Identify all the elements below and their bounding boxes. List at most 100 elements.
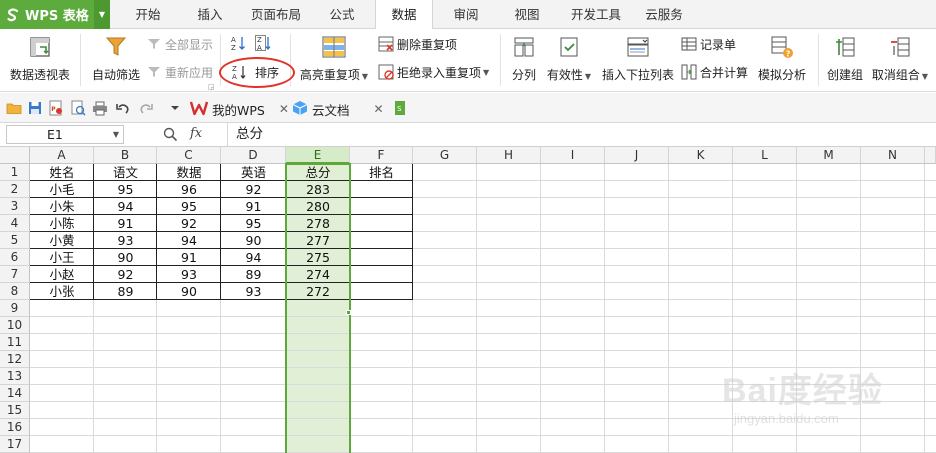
header-cell-b1[interactable]: 语文 bbox=[94, 164, 157, 181]
row-header-17[interactable]: 17 bbox=[0, 436, 30, 453]
tab-page-layout[interactable]: 页面布局 bbox=[242, 0, 310, 29]
cell-d8[interactable]: 93 bbox=[221, 283, 286, 300]
row-header-9[interactable]: 9 bbox=[0, 300, 30, 317]
cell-d6[interactable]: 94 bbox=[221, 249, 286, 266]
tab-view[interactable]: 视图 bbox=[503, 0, 551, 29]
sort-ascending-button[interactable]: AZ bbox=[230, 33, 249, 53]
row-header-8[interactable]: 8 bbox=[0, 283, 30, 300]
column-header-g[interactable]: G bbox=[413, 147, 477, 164]
cell-d4[interactable]: 95 bbox=[221, 215, 286, 232]
split-column-button[interactable]: 分列 bbox=[506, 33, 542, 83]
cell-b2[interactable]: 95 bbox=[94, 181, 157, 198]
cell-c5[interactable]: 94 bbox=[157, 232, 221, 249]
cell-d2[interactable]: 92 bbox=[221, 181, 286, 198]
cell-d3[interactable]: 91 bbox=[221, 198, 286, 215]
header-cell-c1[interactable]: 数据 bbox=[157, 164, 221, 181]
row-header-5[interactable]: 5 bbox=[0, 232, 30, 249]
cell-f8[interactable] bbox=[350, 283, 413, 300]
row-header-10[interactable]: 10 bbox=[0, 317, 30, 334]
row-header-11[interactable]: 11 bbox=[0, 334, 30, 351]
dialog-launcher-icon[interactable]: ◲ bbox=[208, 83, 215, 91]
tab-cloud-service[interactable]: 云服务 bbox=[636, 0, 692, 29]
auto-filter-button[interactable]: 自动筛选 bbox=[88, 33, 144, 83]
highlight-duplicates-button[interactable]: 高亮重复项 ▼ bbox=[298, 33, 370, 83]
row-header-7[interactable]: 7 bbox=[0, 266, 30, 283]
cell-b6[interactable]: 90 bbox=[94, 249, 157, 266]
undo-icon[interactable] bbox=[115, 100, 131, 116]
cell-a4[interactable]: 小陈 bbox=[30, 215, 94, 232]
cell-d5[interactable]: 90 bbox=[221, 232, 286, 249]
column-header-b[interactable]: B bbox=[94, 147, 157, 164]
spreadsheet-file-icon[interactable]: S bbox=[392, 100, 408, 116]
cell-f5[interactable] bbox=[350, 232, 413, 249]
column-header-h[interactable]: H bbox=[477, 147, 541, 164]
row-header-13[interactable]: 13 bbox=[0, 368, 30, 385]
save-icon[interactable] bbox=[27, 100, 43, 116]
chevron-down-icon[interactable]: ▼ bbox=[94, 0, 110, 29]
column-header-j[interactable]: J bbox=[605, 147, 669, 164]
column-header-n[interactable]: N bbox=[861, 147, 925, 164]
reapply-button[interactable]: 重新应用 bbox=[146, 62, 213, 82]
cell-c8[interactable]: 90 bbox=[157, 283, 221, 300]
column-header-l[interactable]: L bbox=[733, 147, 797, 164]
header-cell-d1[interactable]: 英语 bbox=[221, 164, 286, 181]
cell-f3[interactable] bbox=[350, 198, 413, 215]
tab-home[interactable]: 开始 bbox=[124, 0, 172, 29]
column-header-c[interactable]: C bbox=[157, 147, 221, 164]
validity-button[interactable]: 有效性 ▼ bbox=[544, 33, 594, 83]
pivot-table-button[interactable]: 数据透视表 bbox=[8, 33, 72, 83]
cell-d7[interactable]: 89 bbox=[221, 266, 286, 283]
cell-c4[interactable]: 92 bbox=[157, 215, 221, 232]
cell-a8[interactable]: 小张 bbox=[30, 283, 94, 300]
cell-a3[interactable]: 小朱 bbox=[30, 198, 94, 215]
cell-c3[interactable]: 95 bbox=[157, 198, 221, 215]
column-header-m[interactable]: M bbox=[797, 147, 861, 164]
cell-a5[interactable]: 小黄 bbox=[30, 232, 94, 249]
header-cell-a1[interactable]: 姓名 bbox=[30, 164, 94, 181]
redo-icon[interactable] bbox=[138, 100, 154, 116]
cell-b7[interactable]: 92 bbox=[94, 266, 157, 283]
row-header-16[interactable]: 16 bbox=[0, 419, 30, 436]
doc-tab-my-wps[interactable]: 我的WPS ✕ bbox=[189, 97, 289, 121]
cell-f6[interactable] bbox=[350, 249, 413, 266]
tab-data[interactable]: 数据 bbox=[375, 0, 433, 30]
export-pdf-icon[interactable]: P bbox=[48, 100, 64, 116]
cell-b4[interactable]: 91 bbox=[94, 215, 157, 232]
column-header-d[interactable]: D bbox=[221, 147, 286, 164]
tab-developer[interactable]: 开发工具 bbox=[562, 0, 630, 29]
tab-insert[interactable]: 插入 bbox=[186, 0, 234, 29]
cell-c6[interactable]: 91 bbox=[157, 249, 221, 266]
select-all-corner[interactable] bbox=[0, 147, 30, 164]
close-icon[interactable]: ✕ bbox=[374, 102, 384, 116]
zoom-search-icon[interactable] bbox=[163, 127, 178, 145]
sort-descending-button[interactable]: ZA bbox=[255, 33, 274, 53]
row-header-12[interactable]: 12 bbox=[0, 351, 30, 368]
row-header-14[interactable]: 14 bbox=[0, 385, 30, 402]
chevron-down-icon[interactable]: ▼ bbox=[113, 126, 119, 143]
cell-b3[interactable]: 94 bbox=[94, 198, 157, 215]
row-header-6[interactable]: 6 bbox=[0, 249, 30, 266]
cell-f4[interactable] bbox=[350, 215, 413, 232]
app-menu-button[interactable]: WPS 表格 ▼ bbox=[0, 0, 110, 29]
column-header-k[interactable]: K bbox=[669, 147, 733, 164]
insert-function-button[interactable]: fx bbox=[190, 126, 202, 141]
cell-b5[interactable]: 93 bbox=[94, 232, 157, 249]
fill-handle[interactable] bbox=[346, 310, 351, 315]
cell-c2[interactable]: 96 bbox=[157, 181, 221, 198]
customize-toolbar-icon[interactable] bbox=[167, 100, 183, 116]
row-header-15[interactable]: 15 bbox=[0, 402, 30, 419]
row-header-3[interactable]: 3 bbox=[0, 198, 30, 215]
column-header-i[interactable]: I bbox=[541, 147, 605, 164]
row-header-1[interactable]: 1 bbox=[0, 164, 30, 181]
tab-review[interactable]: 审阅 bbox=[442, 0, 490, 29]
record-form-button[interactable]: 记录单 bbox=[681, 34, 736, 54]
show-all-button[interactable]: 全部显示 bbox=[146, 34, 213, 54]
tab-formulas[interactable]: 公式 bbox=[318, 0, 366, 29]
cell-a6[interactable]: 小王 bbox=[30, 249, 94, 266]
ungroup-button[interactable]: 取消组合 ▼ bbox=[870, 33, 930, 83]
formula-input[interactable]: 总分 bbox=[227, 123, 936, 146]
column-header-f[interactable]: F bbox=[350, 147, 413, 164]
cell-f2[interactable] bbox=[350, 181, 413, 198]
cell-c7[interactable]: 93 bbox=[157, 266, 221, 283]
create-group-button[interactable]: 创建组 bbox=[824, 33, 866, 83]
